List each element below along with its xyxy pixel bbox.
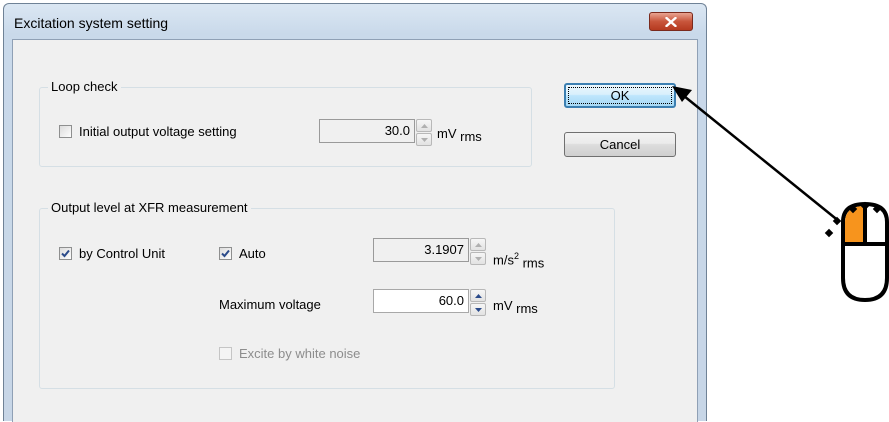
max-voltage-unit: mV rms (493, 298, 538, 316)
spin-down-button[interactable] (416, 133, 432, 146)
by-control-unit-checkbox[interactable] (59, 247, 72, 260)
ok-button[interactable]: OK (564, 83, 676, 108)
auto-label: Auto (239, 246, 266, 261)
checkmark-icon (221, 249, 230, 258)
auto-checkbox[interactable] (219, 247, 232, 260)
checkmark-icon (61, 249, 70, 258)
close-icon (665, 16, 677, 27)
arrow-up-icon (420, 123, 428, 128)
arrow-down-icon (420, 137, 428, 142)
acceleration-field[interactable]: 3.1907 (373, 238, 469, 262)
max-voltage-field[interactable]: 60.0 (373, 289, 469, 313)
arrow-up-icon (474, 293, 482, 298)
dialog-client-area: Loop check Initial output voltage settin… (12, 39, 698, 422)
acceleration-spinner[interactable] (470, 238, 486, 265)
arrow-down-icon (474, 307, 482, 312)
spin-up-button[interactable] (470, 238, 486, 251)
loop-check-label: Loop check (48, 79, 121, 94)
spin-down-button[interactable] (470, 252, 486, 265)
spin-up-button[interactable] (470, 289, 486, 302)
dialog-title: Excitation system setting (14, 15, 169, 31)
initial-output-spinner[interactable] (416, 119, 432, 146)
max-voltage-spinner[interactable] (470, 289, 486, 316)
by-control-unit-label: by Control Unit (79, 246, 165, 261)
cancel-button[interactable]: Cancel (564, 132, 676, 157)
close-button[interactable] (649, 12, 693, 31)
initial-output-field[interactable]: 30.0 (319, 119, 415, 143)
initial-output-checkbox[interactable] (59, 125, 72, 138)
white-noise-label: Excite by white noise (239, 346, 361, 361)
spin-up-button[interactable] (416, 119, 432, 132)
white-noise-checkbox[interactable] (219, 347, 232, 360)
initial-output-unit: mV rms (437, 126, 482, 144)
spin-down-button[interactable] (470, 303, 486, 316)
output-level-label: Output level at XFR measurement (48, 200, 251, 215)
mouse-left-click-icon (824, 201, 889, 303)
arrow-down-icon (474, 256, 482, 261)
max-voltage-label: Maximum voltage (219, 297, 321, 312)
initial-output-label: Initial output voltage setting (79, 124, 237, 139)
arrow-up-icon (474, 242, 482, 247)
excitation-dialog: Excitation system setting Loop check Ini… (3, 3, 707, 422)
acceleration-unit: m/s2 rms (493, 251, 545, 271)
